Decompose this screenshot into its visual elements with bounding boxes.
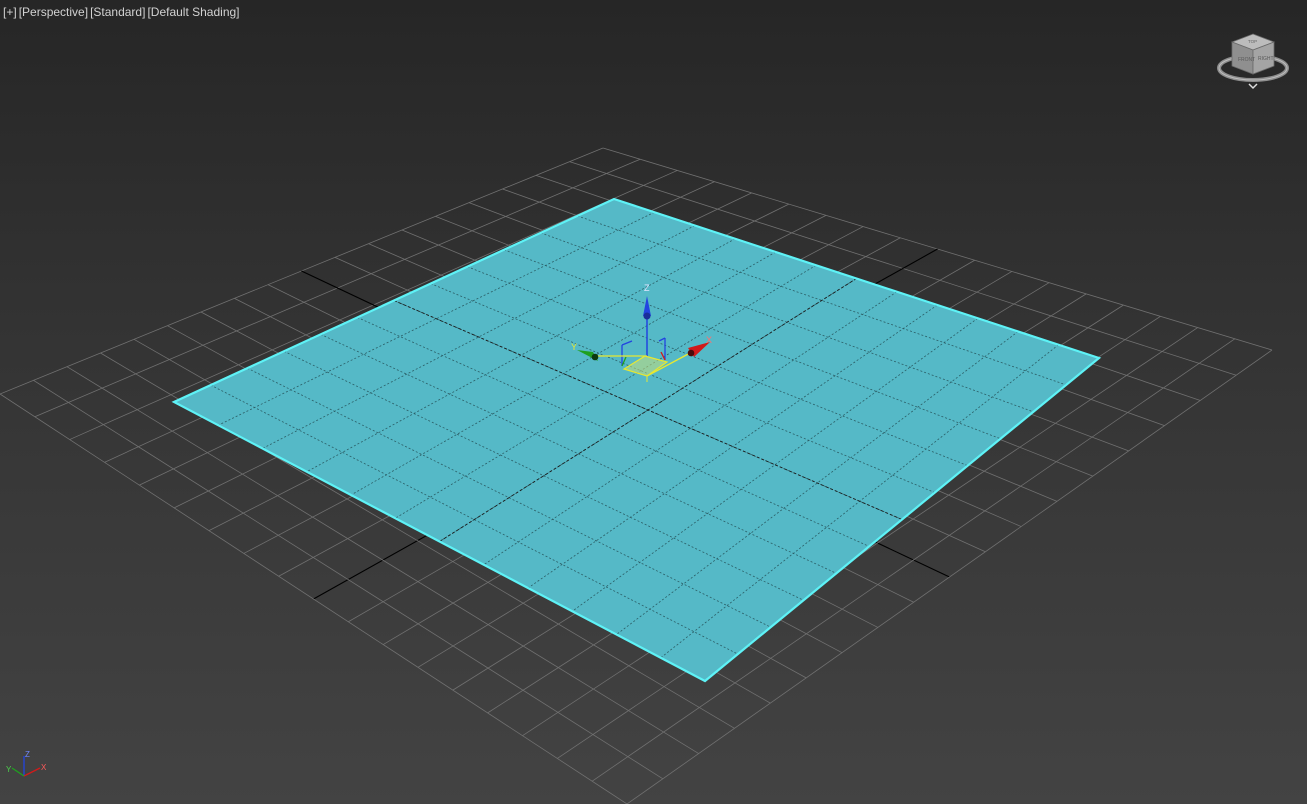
tripod-x-axis	[23, 767, 41, 777]
viewcube-widget[interactable]: FRONT RIGHT TOP	[1214, 30, 1292, 94]
gizmo-z-cone-base	[643, 312, 651, 320]
tripod-y-axis	[11, 767, 25, 777]
viewcube-south-marker-icon	[1248, 83, 1258, 90]
gizmo-x-cone-base	[687, 349, 695, 357]
viewport-view-menu[interactable]: [Perspective]	[19, 5, 88, 19]
tripod-x-label: X	[41, 763, 47, 772]
tripod-y-label: Y	[6, 765, 12, 774]
perspective-viewport[interactable]: [+] [Perspective] [Standard] [Default Shadi…	[0, 0, 1307, 804]
gizmo-y-cone-base	[591, 353, 599, 361]
viewcube-top-label: TOP	[1248, 39, 1257, 44]
tripod-z-label: Z	[25, 750, 30, 759]
plane-object[interactable]	[171, 197, 1102, 683]
viewport-shading-menu[interactable]: [Default Shading]	[147, 5, 239, 19]
gizmo-z-label: Z	[644, 283, 650, 293]
viewport-general-menu[interactable]: [+]	[3, 5, 17, 19]
world-axis-tripod: Z X Y	[6, 750, 47, 777]
viewcube-front-label: FRONT	[1238, 57, 1255, 63]
viewport-label-menu: [+] [Perspective] [Standard] [Default Shadi…	[3, 5, 242, 19]
viewcube-right-label: RIGHT	[1258, 56, 1274, 62]
scene-canvas[interactable]: Z Y X	[0, 0, 1307, 804]
viewport-render-menu[interactable]: [Standard]	[90, 5, 145, 19]
gizmo-y-label: Y	[571, 342, 577, 352]
plane-surface[interactable]	[174, 199, 1099, 681]
gizmo-x-label: X	[706, 335, 712, 345]
